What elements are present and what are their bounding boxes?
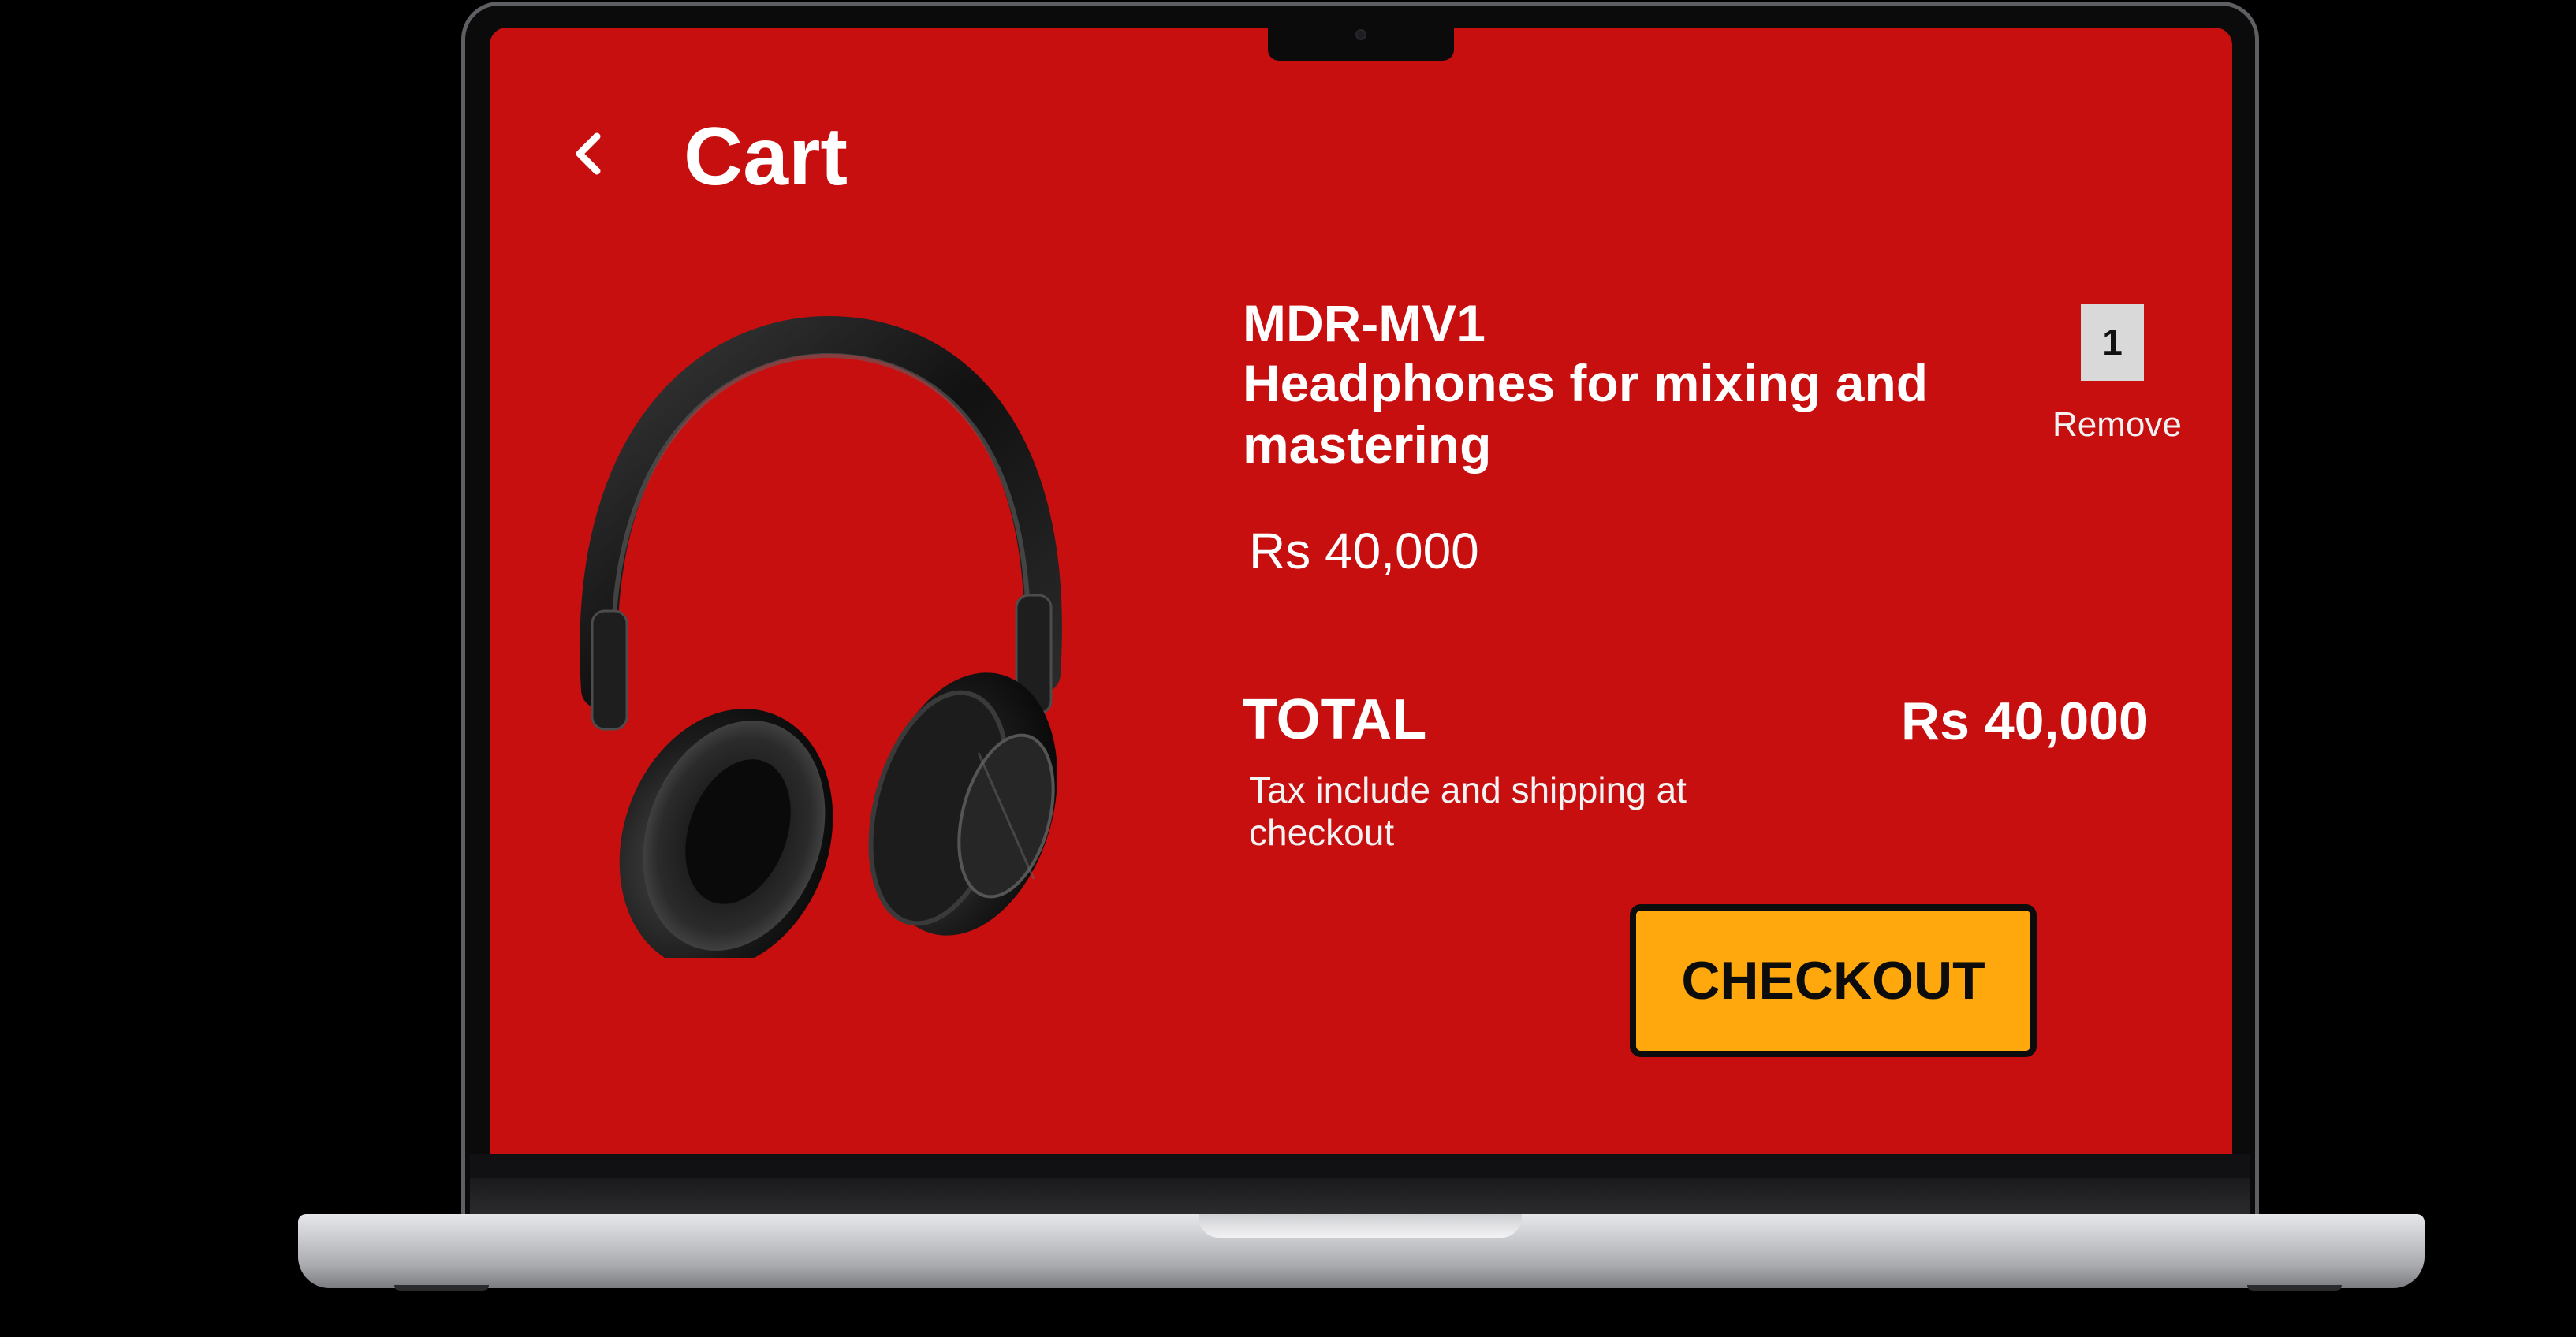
tax-note: Tax include and shipping at checkout: [1249, 769, 1687, 854]
total-value: Rs 40,000: [1901, 691, 2149, 751]
base-opening-notch: [1199, 1214, 1522, 1238]
camera-icon: [1355, 29, 1366, 40]
remove-button[interactable]: Remove: [2052, 408, 2182, 442]
total-label: TOTAL: [1243, 688, 1427, 751]
chevron-left-icon[interactable]: [565, 122, 613, 185]
product-price: Rs 40,000: [1249, 523, 1479, 579]
headphones-image: [580, 315, 1062, 958]
laptop-foot-left: [394, 1285, 489, 1291]
laptop-foot-right: [2247, 1285, 2342, 1291]
quantity-box[interactable]: 1: [2081, 304, 2144, 381]
page-title: Cart: [684, 111, 848, 203]
lower-bezel: [470, 1154, 2250, 1178]
product-description: Headphones for mixing and mastering: [1243, 354, 1929, 474]
product-code: MDR-MV1: [1243, 294, 1486, 352]
hinge: [470, 1178, 2250, 1216]
laptop-mockup: Cart MDR-MV1 Headphones for mixing and m…: [0, 0, 2576, 1337]
checkout-button[interactable]: CHECKOUT: [1630, 904, 2037, 1057]
app-screen: Cart MDR-MV1 Headphones for mixing and m…: [490, 28, 2232, 1154]
